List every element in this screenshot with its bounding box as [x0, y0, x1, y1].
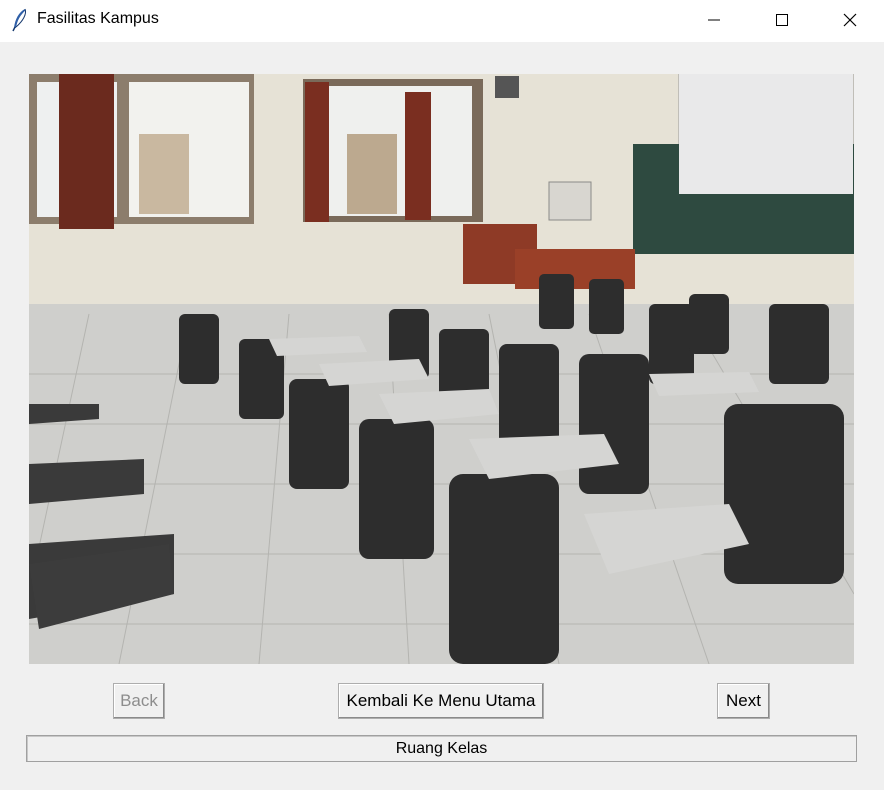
main-menu-button[interactable]: Kembali Ke Menu Utama	[338, 683, 544, 719]
feather-icon	[12, 8, 26, 32]
maximize-icon	[776, 14, 788, 26]
facility-photo	[29, 74, 854, 664]
status-label: Ruang Kelas	[26, 735, 857, 762]
maximize-button[interactable]	[748, 0, 816, 40]
close-button[interactable]	[816, 0, 884, 40]
close-icon	[843, 13, 857, 27]
next-button[interactable]: Next	[717, 683, 770, 719]
classroom-image	[29, 74, 854, 664]
back-button[interactable]: Back	[113, 683, 165, 719]
minimize-icon	[708, 19, 720, 21]
title-bar: Fasilitas Kampus	[0, 0, 884, 42]
window-title: Fasilitas Kampus	[37, 10, 159, 27]
minimize-button[interactable]	[680, 0, 748, 40]
